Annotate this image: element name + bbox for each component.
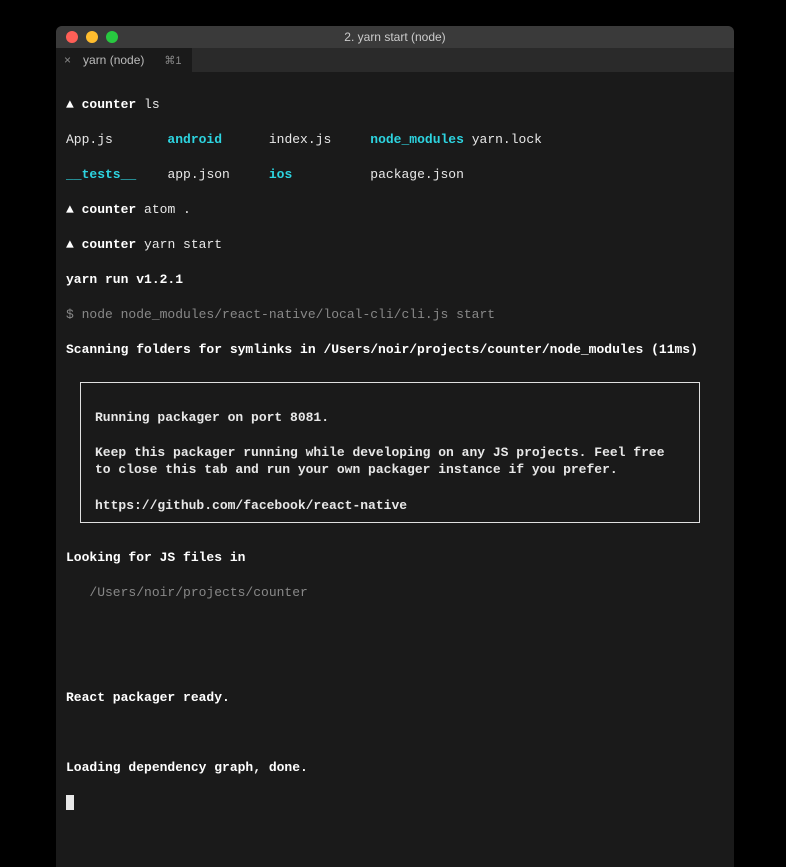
prompt-symbol: ▲ xyxy=(66,97,74,112)
prompt-symbol: ▲ xyxy=(66,202,74,217)
cursor xyxy=(66,795,74,810)
command-atom: atom . xyxy=(144,202,191,217)
ready-line: React packager ready. xyxy=(66,689,724,707)
node-command: node node_modules/react-native/local-cli… xyxy=(82,307,495,322)
close-icon[interactable] xyxy=(66,31,78,43)
window-title: 2. yarn start (node) xyxy=(56,30,734,44)
tab-yarn[interactable]: × yarn (node) ⌘1 xyxy=(56,48,192,72)
yarn-run-line: yarn run v1.2.1 xyxy=(66,271,724,289)
ls-item: ios xyxy=(269,167,292,182)
ls-item: android xyxy=(167,132,222,147)
dollar-prefix: $ xyxy=(66,307,82,322)
tab-close-icon[interactable]: × xyxy=(64,53,71,67)
prompt-symbol: ▲ xyxy=(66,237,74,252)
prompt-dir: counter xyxy=(82,237,137,252)
maximize-icon[interactable] xyxy=(106,31,118,43)
ls-item: yarn.lock xyxy=(472,132,542,147)
looking-path: /Users/noir/projects/counter xyxy=(66,584,724,602)
command-yarn-start: yarn start xyxy=(144,237,222,252)
command-ls: ls xyxy=(144,97,160,112)
minimize-icon[interactable] xyxy=(86,31,98,43)
box-line: Keep this packager running while develop… xyxy=(95,445,672,478)
tab-bar: × yarn (node) ⌘1 xyxy=(56,48,734,72)
info-box: Running packager on port 8081. Keep this… xyxy=(80,382,700,523)
prompt-dir: counter xyxy=(82,202,137,217)
ls-item: node_modules xyxy=(370,132,464,147)
terminal-body[interactable]: ▲ counter ls App.js android index.js nod… xyxy=(56,72,734,867)
box-line: Running packager on port 8081. xyxy=(95,410,329,425)
ls-item: __tests__ xyxy=(66,167,136,182)
ls-item: app.json xyxy=(167,167,229,182)
ls-item: index.js xyxy=(269,132,331,147)
titlebar[interactable]: 2. yarn start (node) xyxy=(56,26,734,48)
prompt-dir: counter xyxy=(82,97,137,112)
box-link: https://github.com/facebook/react-native xyxy=(95,498,407,513)
traffic-lights xyxy=(56,31,118,43)
tab-label: yarn (node) xyxy=(83,53,144,67)
terminal-window: 2. yarn start (node) × yarn (node) ⌘1 ▲ … xyxy=(56,26,734,867)
tab-shortcut: ⌘1 xyxy=(164,54,181,67)
ls-item: package.json xyxy=(370,167,464,182)
scan-line: Scanning folders for symlinks in /Users/… xyxy=(66,341,724,359)
looking-line: Looking for JS files in xyxy=(66,549,724,567)
loading-line: Loading dependency graph, done. xyxy=(66,759,724,777)
ls-item: App.js xyxy=(66,132,113,147)
